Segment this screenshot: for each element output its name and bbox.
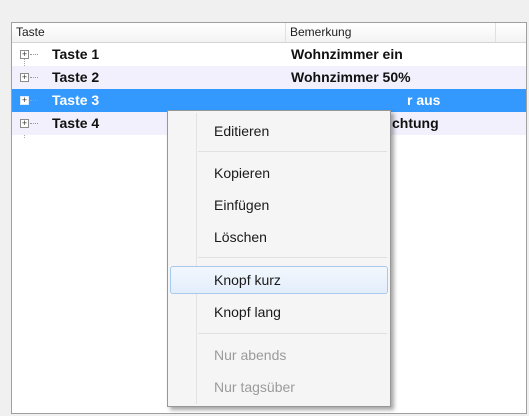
menu-item-editieren[interactable]: Editieren — [170, 117, 388, 145]
tree-row-taste-1[interactable]: + Taste 1 Wohnzimmer ein — [12, 43, 526, 66]
plus-box-icon[interactable]: + — [20, 96, 29, 105]
row-remark: Wohnzimmer ein — [291, 46, 403, 62]
row-remark: chtung — [392, 115, 439, 131]
column-header-bemerkung[interactable]: Bemerkung — [286, 23, 496, 42]
tree-row-taste-3[interactable]: + Taste 3 r aus — [12, 89, 526, 112]
row-key: Taste 4 — [52, 115, 100, 131]
row-key: Taste 1 — [52, 46, 100, 62]
menu-separator — [198, 257, 387, 258]
context-menu: Editieren Kopieren Einfügen Löschen Knop… — [167, 110, 391, 407]
menu-item-nur-tagsueber: Nur tagsüber — [214, 379, 295, 395]
column-header: Taste Bemerkung — [12, 23, 526, 43]
plus-box-icon[interactable]: + — [20, 119, 29, 128]
tree-branch-line — [30, 54, 38, 55]
column-header-taste[interactable]: Taste — [12, 23, 286, 42]
tree-branch-line — [30, 100, 38, 101]
tree-row-taste-2[interactable]: + Taste 2 Wohnzimmer 50% — [12, 66, 526, 89]
row-key: Taste 3 — [52, 92, 100, 108]
menu-item-knopf-lang[interactable]: Knopf lang — [170, 298, 388, 326]
plus-box-icon[interactable]: + — [20, 50, 29, 59]
plus-box-icon[interactable]: + — [20, 73, 29, 82]
menu-separator — [198, 151, 387, 152]
tree-branch-line — [30, 123, 38, 124]
menu-item-nur-abends: Nur abends — [214, 347, 287, 363]
tree-branch-line — [30, 77, 38, 78]
menu-item-knopf-kurz[interactable]: Knopf kurz — [170, 266, 388, 294]
menu-item-loeschen[interactable]: Löschen — [170, 223, 388, 251]
row-remark: Wohnzimmer 50% — [291, 69, 411, 85]
menu-item-kopieren[interactable]: Kopieren — [170, 159, 388, 187]
menu-separator — [198, 333, 387, 334]
menu-item-einfuegen[interactable]: Einfügen — [170, 191, 388, 219]
row-remark: r aus — [407, 92, 441, 108]
row-key: Taste 2 — [52, 69, 100, 85]
